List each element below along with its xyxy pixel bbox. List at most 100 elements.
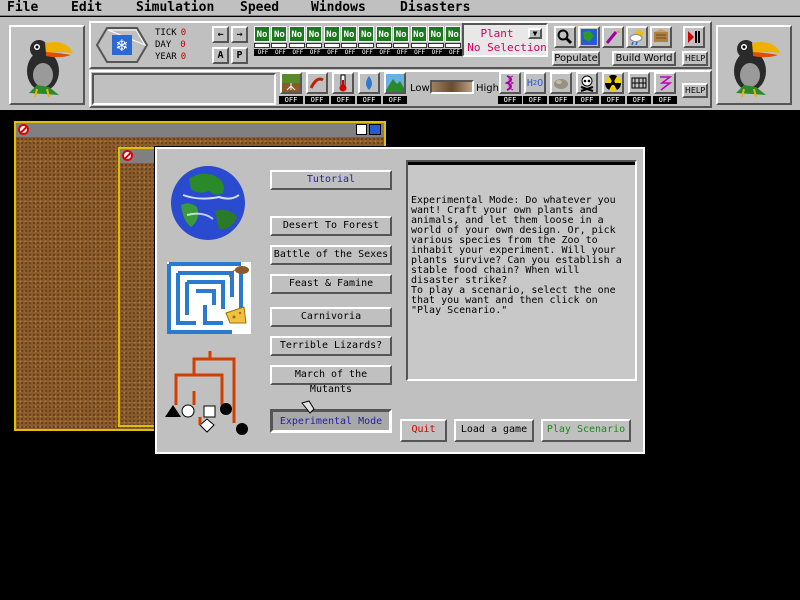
menu-simulation[interactable]: Simulation [136, 0, 214, 16]
roots-icon[interactable] [280, 72, 302, 94]
next-arrow-button[interactable]: → [231, 26, 248, 43]
water-drop-icon[interactable] [358, 72, 380, 94]
scenario-terrible-lizards[interactable]: Terrible Lizards? [270, 336, 392, 356]
description-text: Experimental Mode: Do whatever you want!… [411, 195, 622, 316]
chevron-down-icon[interactable]: ▼ [528, 28, 542, 39]
off-toggle-skull[interactable]: OFF [575, 96, 599, 104]
off-label: OFF [445, 49, 464, 56]
no-label: No [288, 26, 305, 42]
species-toggle-6[interactable]: No OFF [341, 26, 359, 56]
altitude-slider[interactable] [430, 80, 474, 94]
map-terrain-view[interactable] [120, 163, 160, 425]
build-world-button[interactable]: Build World [612, 51, 676, 66]
skull-icon[interactable] [576, 72, 598, 94]
species-toggle-11[interactable]: No OFF [428, 26, 446, 56]
selection-dropdown[interactable]: Plant ▼ No Selection [462, 23, 548, 57]
close-icon-2[interactable] [122, 150, 133, 161]
off-toggle-temp[interactable]: OFF [331, 96, 355, 104]
selection-value: No Selection [467, 41, 547, 54]
document-icon[interactable] [356, 124, 367, 135]
rock-icon[interactable] [550, 72, 572, 94]
off-toggle-mutation[interactable]: OFF [498, 96, 522, 104]
no-label: No [375, 26, 392, 42]
fence-icon[interactable] [628, 72, 650, 94]
day-label: DAY [155, 40, 172, 50]
no-label: No [445, 26, 462, 42]
off-toggle-h2o[interactable]: OFF [523, 96, 547, 104]
off-toggle-terrain[interactable]: OFF [383, 96, 407, 104]
off-toggle-blight[interactable]: OFF [305, 96, 329, 104]
mountain-icon[interactable] [384, 72, 406, 94]
scenario-battle-of-the-sexes[interactable]: Battle of the Sexes [270, 245, 392, 265]
scenario-feast-and-famine[interactable]: Feast & Famine [270, 274, 392, 294]
help-button-bottom[interactable]: HELP [682, 83, 708, 98]
menu-speed[interactable]: Speed [240, 0, 279, 16]
thermometer-icon[interactable] [332, 72, 354, 94]
close-icon[interactable] [18, 124, 29, 135]
no-label: No [428, 26, 444, 42]
toucan-left-icon[interactable] [9, 25, 85, 105]
toucan-right-icon[interactable] [716, 25, 792, 105]
scenario-march-of-the-mutants[interactable]: March of the Mutants [270, 365, 392, 395]
species-toggle-7[interactable]: No OFF [358, 26, 377, 56]
maximize-icon[interactable] [369, 124, 381, 135]
quit-button[interactable]: Quit [400, 419, 447, 442]
high-label: High [476, 83, 499, 94]
a-button[interactable]: A [212, 47, 229, 64]
species-toggle-5[interactable]: No OFF [323, 26, 342, 56]
pause-icon[interactable] [683, 26, 705, 48]
off-toggle-roots[interactable]: OFF [279, 96, 303, 104]
radiation-icon[interactable] [602, 72, 624, 94]
experimental-mode-button[interactable]: Experimental Mode [270, 409, 392, 433]
population-bar [341, 43, 357, 48]
off-label: OFF [375, 49, 394, 56]
lightning-icon[interactable] [654, 72, 676, 94]
terrain-icon[interactable] [650, 26, 672, 48]
species-toggle-12[interactable]: No OFF [445, 26, 464, 56]
control-panel: ❄ TICK 0 DAY 0 YEAR 0 ← → A P No OFF No OFF No O… [0, 17, 800, 110]
mutation-icon[interactable] [499, 72, 521, 94]
species-toggle-2[interactable]: No OFF [271, 26, 290, 56]
menu-windows[interactable]: Windows [311, 0, 366, 16]
no-label: No [341, 26, 357, 42]
species-toggle-1[interactable]: No OFF [254, 26, 272, 56]
scenario-dialog: Tutorial Desert To Forest Battle of the … [154, 146, 646, 455]
paint-icon[interactable] [602, 26, 624, 48]
menu-file[interactable]: File [7, 0, 38, 16]
off-label: OFF [254, 49, 272, 56]
off-toggle-lightning[interactable]: OFF [653, 96, 677, 104]
off-toggle-water[interactable]: OFF [357, 96, 381, 104]
populate-button[interactable]: Populate [552, 51, 600, 66]
menu-disasters[interactable]: Disasters [400, 0, 470, 16]
map-window-titlebar[interactable] [120, 149, 160, 163]
scenario-desert-to-forest[interactable]: Desert To Forest [270, 216, 392, 236]
p-button[interactable]: P [231, 47, 248, 64]
off-toggle-rock[interactable]: OFF [549, 96, 573, 104]
species-toggle-4[interactable]: No OFF [306, 26, 325, 56]
scenario-carnivoria[interactable]: Carnivoria [270, 307, 392, 327]
tree-blight-icon[interactable] [306, 72, 328, 94]
map-icon[interactable] [578, 26, 600, 48]
tutorial-button[interactable]: Tutorial [270, 170, 392, 190]
season-icon[interactable]: ❄ [95, 26, 149, 64]
off-toggle-radiation[interactable]: OFF [601, 96, 625, 104]
species-toggle-9[interactable]: No OFF [393, 26, 412, 56]
population-bar [410, 43, 427, 48]
description-panel: Experimental Mode: Do whatever you want!… [406, 160, 637, 381]
no-label: No [410, 26, 427, 42]
menu-edit[interactable]: Edit [71, 0, 102, 16]
off-label: OFF [323, 49, 342, 56]
play-scenario-button[interactable]: Play Scenario [541, 419, 631, 442]
world-window-titlebar[interactable] [16, 123, 384, 137]
species-toggle-10[interactable]: No OFF [410, 26, 429, 56]
weather-icon[interactable] [626, 26, 648, 48]
species-toggle-8[interactable]: No OFF [375, 26, 394, 56]
load-game-button[interactable]: Load a game [454, 419, 534, 442]
help-button-top[interactable]: HELP [682, 51, 708, 66]
h2o-icon[interactable]: H2O [524, 72, 546, 94]
magnify-icon[interactable] [554, 26, 576, 48]
species-toggle-3[interactable]: No OFF [288, 26, 307, 56]
off-toggle-fence[interactable]: OFF [627, 96, 651, 104]
prev-arrow-button[interactable]: ← [212, 26, 229, 43]
day-value: 0 [180, 40, 186, 50]
